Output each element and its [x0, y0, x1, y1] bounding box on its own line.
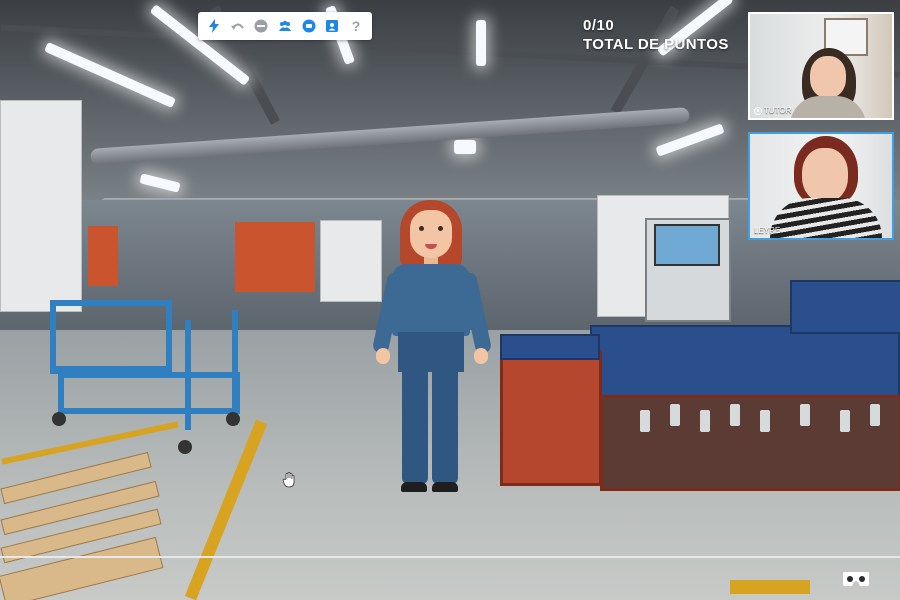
- help-button[interactable]: ?: [347, 17, 365, 35]
- timeline-bar[interactable]: [0, 556, 900, 558]
- participants-button[interactable]: [276, 17, 294, 35]
- lightning-button[interactable]: [205, 17, 223, 35]
- snapshot-icon: [302, 19, 316, 33]
- user-card-icon: [326, 20, 339, 32]
- workbench: [790, 280, 900, 334]
- machine-cabinet: [0, 100, 82, 312]
- tool-holder: [800, 404, 810, 426]
- avatar-eye: [438, 226, 443, 231]
- undo-button[interactable]: [229, 17, 247, 35]
- lightning-icon: [208, 19, 219, 33]
- red-tool-cart: [500, 350, 602, 486]
- avatar-shirt: [392, 264, 470, 336]
- vr-mode-button[interactable]: [842, 570, 870, 588]
- score-display: 0/10 TOTAL DE PUNTOS: [583, 16, 729, 54]
- cart-wheel: [52, 412, 66, 426]
- score-count: 0/10: [583, 17, 615, 34]
- tutor-face: [810, 56, 846, 98]
- group-icon: [278, 20, 291, 31]
- session-toolbar: ?: [198, 12, 372, 40]
- score-label: TOTAL DE PUNTOS: [583, 36, 729, 53]
- floor-marking: [730, 580, 810, 594]
- avatar-eye: [419, 226, 424, 231]
- snapshot-button[interactable]: [300, 17, 318, 35]
- participant-name: LEYRE: [754, 226, 781, 235]
- vr-headset-icon: [843, 572, 869, 586]
- blue-cart: [50, 300, 172, 374]
- cart-leg: [232, 310, 238, 425]
- tool-holder: [670, 404, 680, 426]
- video-tile-tutor[interactable]: TUTOR: [748, 12, 894, 120]
- tool-holder: [700, 410, 710, 432]
- tool-holder: [640, 410, 650, 432]
- leyre-face: [802, 148, 848, 202]
- cart-wheel: [226, 412, 240, 426]
- tool-holder: [870, 404, 880, 426]
- avatar-hand: [474, 348, 488, 364]
- video-tile-leyre[interactable]: LEYRE: [748, 132, 894, 240]
- tool-holder: [760, 410, 770, 432]
- remove-button[interactable]: [252, 17, 270, 35]
- avatar-shoe: [432, 482, 458, 492]
- hand-cursor-icon: [282, 472, 295, 488]
- tool-holder: [840, 410, 850, 432]
- red-cart-top: [500, 334, 600, 360]
- ceiling-light: [454, 140, 476, 154]
- cnc-screen: [654, 224, 720, 266]
- orange-wall: [88, 226, 118, 286]
- tool-holder: [730, 404, 740, 426]
- undo-icon: [230, 23, 244, 30]
- cart-wheel: [178, 440, 192, 454]
- avatar-face: [410, 210, 452, 258]
- workbench: [590, 325, 900, 399]
- orange-wall: [235, 222, 315, 292]
- mic-icon: [754, 106, 762, 115]
- profile-button[interactable]: [323, 17, 341, 35]
- avatar-hand: [376, 348, 390, 364]
- avatar-leg: [432, 366, 458, 484]
- participant-name: TUTOR: [764, 106, 792, 115]
- participant-name-label: LEYRE: [754, 226, 780, 235]
- ceiling-light: [476, 20, 486, 66]
- help-icon: ?: [351, 18, 361, 34]
- participant-name-label: TUTOR: [754, 106, 791, 115]
- minus-circle-icon: [254, 19, 268, 33]
- guide-avatar[interactable]: [371, 198, 493, 503]
- blue-cart-shelf: [58, 372, 240, 414]
- avatar-shoe: [401, 482, 427, 492]
- avatar-leg: [402, 366, 428, 484]
- cart-leg: [185, 320, 191, 430]
